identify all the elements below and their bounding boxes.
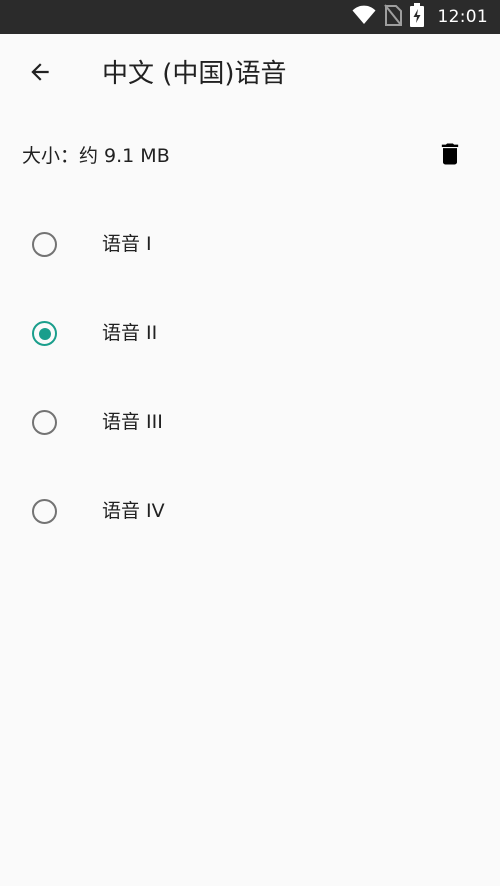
trash-icon (436, 140, 464, 172)
voice-option-label: 语音 IV (102, 500, 165, 522)
page-title: 中文 (中国)语音 (102, 59, 287, 89)
size-row: 大小：约 9.1 MB (0, 126, 500, 186)
back-button[interactable] (18, 52, 62, 96)
voice-option-1[interactable]: 语音 I (0, 200, 500, 289)
status-time: 12:01 (437, 7, 488, 27)
radio-button[interactable] (32, 232, 57, 257)
no-sim-icon (383, 4, 402, 30)
voice-option-label: 语音 II (102, 322, 158, 344)
voice-option-label: 语音 III (102, 411, 163, 433)
status-bar: 12:01 (0, 0, 500, 34)
battery-charging-icon (409, 3, 424, 31)
radio-button[interactable] (32, 410, 57, 435)
delete-button[interactable] (428, 134, 472, 178)
voice-option-3[interactable]: 语音 III (0, 378, 500, 467)
radio-button[interactable] (32, 499, 57, 524)
status-icons: 12:01 (352, 0, 489, 34)
size-label: 大小：约 9.1 MB (22, 145, 170, 167)
toolbar: 中文 (中国)语音 (0, 34, 500, 114)
voice-list: 语音 I 语音 II 语音 III 语音 IV (0, 200, 500, 556)
voice-option-label: 语音 I (102, 233, 152, 255)
arrow-back-icon (27, 59, 53, 89)
radio-button[interactable] (32, 321, 57, 346)
voice-option-4[interactable]: 语音 IV (0, 467, 500, 556)
wifi-icon (352, 5, 376, 29)
voice-option-2[interactable]: 语音 II (0, 289, 500, 378)
